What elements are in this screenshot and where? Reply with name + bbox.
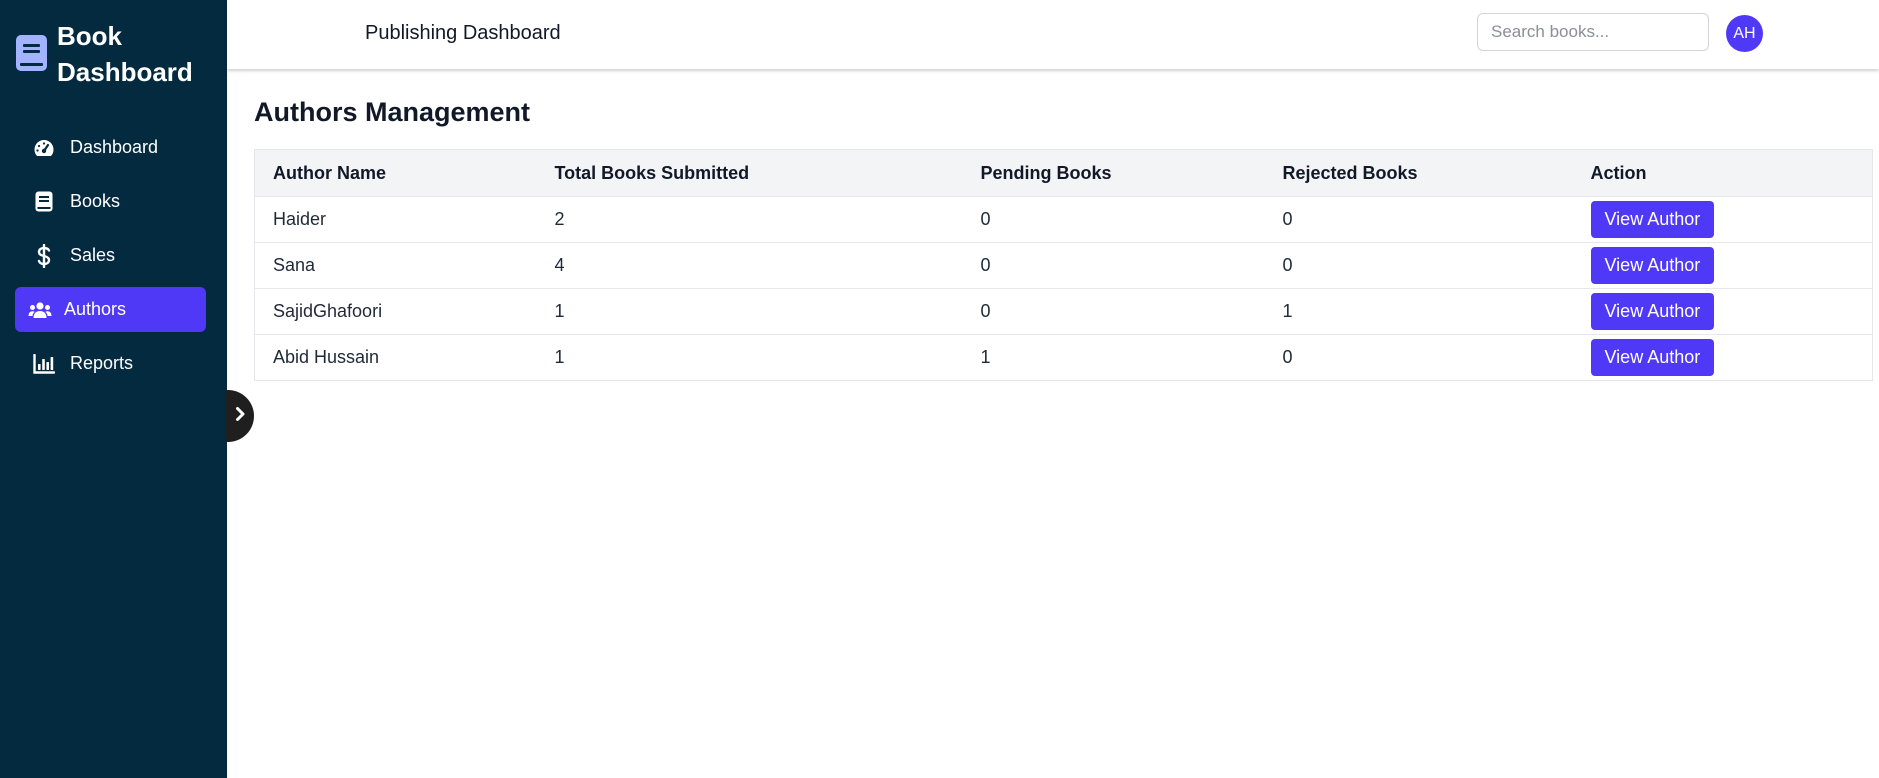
- action-cell: View Author: [1572, 242, 1873, 289]
- book-logo-icon: [15, 18, 48, 77]
- chart-bar-icon: [32, 352, 56, 376]
- sidebar-item-dashboard[interactable]: Dashboard: [15, 125, 206, 170]
- sidebar-item-label: Books: [70, 191, 121, 211]
- sidebar-item-label: Reports: [70, 353, 134, 373]
- top-bar: Publishing Dashboard AH: [227, 0, 1879, 69]
- sidebar: Book Dashboard Dashboard Books Sales Aut…: [0, 0, 227, 778]
- table-row: Haider 2 0 0 View Author: [254, 196, 1873, 243]
- brand-title: Book Dashboard: [57, 21, 193, 87]
- rejected-books-cell: 0: [1264, 242, 1573, 289]
- avatar[interactable]: AH: [1726, 15, 1763, 52]
- author-name-cell: Haider: [254, 196, 537, 243]
- view-author-button[interactable]: View Author: [1590, 247, 1715, 284]
- sidebar-item-reports[interactable]: Reports: [15, 341, 206, 386]
- dollar-icon: [32, 243, 56, 268]
- action-cell: View Author: [1572, 288, 1873, 335]
- sidebar-item-books[interactable]: Books: [15, 179, 206, 224]
- pending-books-cell: 0: [962, 242, 1265, 289]
- pending-books-cell: 1: [962, 334, 1265, 381]
- sidebar-item-label: Sales: [70, 245, 116, 265]
- table-row: Abid Hussain 1 1 0 View Author: [254, 334, 1873, 381]
- total-books-cell: 1: [536, 334, 963, 381]
- sidebar-toggle-button[interactable]: [225, 390, 254, 442]
- author-name-cell: Sana: [254, 242, 537, 289]
- view-author-button[interactable]: View Author: [1590, 201, 1715, 238]
- action-cell: View Author: [1572, 196, 1873, 243]
- header-title: Publishing Dashboard: [365, 22, 561, 44]
- total-books-cell: 4: [536, 242, 963, 289]
- authors-table: Author Name Total Books Submitted Pendin…: [254, 149, 1873, 381]
- gauge-icon: [32, 136, 56, 160]
- pending-books-cell: 0: [962, 288, 1265, 335]
- chevron-right-icon: [235, 406, 245, 426]
- rejected-books-cell: 0: [1264, 334, 1573, 381]
- total-books-cell: 2: [536, 196, 963, 243]
- sidebar-item-label: Authors: [64, 299, 127, 319]
- column-header-total-books: Total Books Submitted: [536, 149, 963, 197]
- action-cell: View Author: [1572, 334, 1873, 381]
- total-books-cell: 1: [536, 288, 963, 335]
- book-icon: [32, 190, 56, 214]
- table-row: SajidGhafoori 1 0 1 View Author: [254, 288, 1873, 335]
- view-author-button[interactable]: View Author: [1590, 339, 1715, 376]
- sidebar-item-authors[interactable]: Authors: [15, 287, 206, 332]
- sidebar-item-label: Dashboard: [70, 137, 159, 157]
- table-header-row: Author Name Total Books Submitted Pendin…: [254, 149, 1873, 197]
- search-input[interactable]: [1477, 13, 1709, 51]
- brand: Book Dashboard: [15, 18, 217, 90]
- users-icon: [28, 298, 52, 322]
- column-header-pending-books: Pending Books: [962, 149, 1265, 197]
- sidebar-nav: Dashboard Books Sales Authors Reports: [15, 125, 206, 395]
- view-author-button[interactable]: View Author: [1590, 293, 1715, 330]
- rejected-books-cell: 1: [1264, 288, 1573, 335]
- rejected-books-cell: 0: [1264, 196, 1573, 243]
- pending-books-cell: 0: [962, 196, 1265, 243]
- table-row: Sana 4 0 0 View Author: [254, 242, 1873, 289]
- column-header-author-name: Author Name: [254, 149, 537, 197]
- column-header-rejected-books: Rejected Books: [1264, 149, 1573, 197]
- author-name-cell: SajidGhafoori: [254, 288, 537, 335]
- sidebar-item-sales[interactable]: Sales: [15, 233, 206, 278]
- column-header-action: Action: [1572, 149, 1873, 197]
- author-name-cell: Abid Hussain: [254, 334, 537, 381]
- page-title: Authors Management: [254, 97, 531, 127]
